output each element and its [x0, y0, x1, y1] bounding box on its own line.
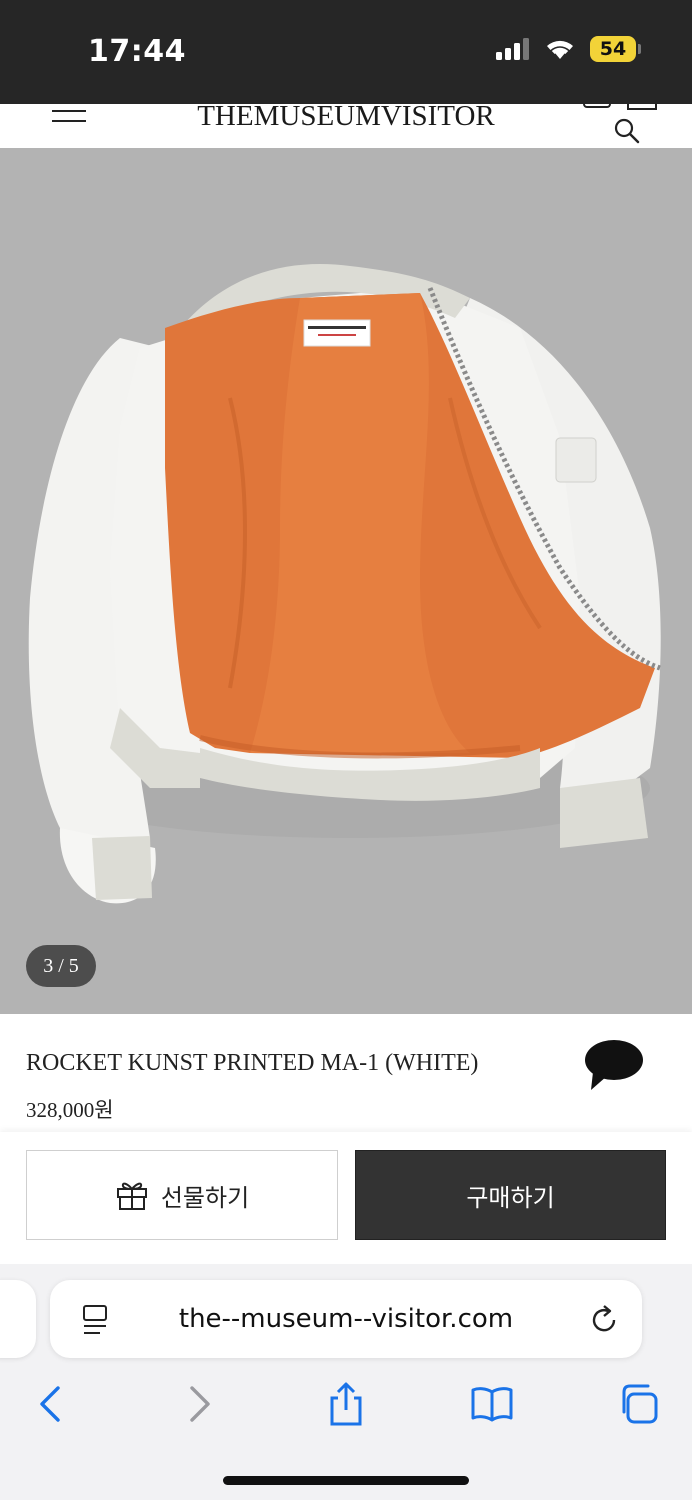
tabs-icon[interactable]	[616, 1382, 660, 1426]
product-info: ROCKET KUNST PRINTED MA-1 (WHITE) 328,00…	[0, 1014, 692, 1132]
product-image[interactable]: 3 / 5	[0, 148, 692, 1014]
buy-button[interactable]: 구매하기	[355, 1150, 666, 1240]
jacket-photo	[0, 148, 692, 1014]
reload-icon[interactable]	[590, 1304, 620, 1336]
forward-icon[interactable]	[178, 1382, 222, 1426]
buy-button-label: 구매하기	[466, 1183, 555, 1212]
wifi-icon	[547, 40, 573, 59]
browser-chrome: the--museum--visitor.com	[0, 1264, 692, 1500]
status-bar: 17:44 54	[0, 0, 692, 104]
site-header: THEMUSEUMVISITOR	[0, 104, 692, 148]
gift-icon	[116, 1182, 147, 1210]
address-bar[interactable]: the--museum--visitor.com	[50, 1280, 642, 1358]
search-icon[interactable]	[612, 116, 642, 146]
gift-button-label: 선물하기	[160, 1183, 250, 1212]
url-text[interactable]: the--museum--visitor.com	[50, 1304, 642, 1334]
previous-tab-edge[interactable]	[0, 1280, 36, 1358]
back-icon[interactable]	[28, 1382, 72, 1426]
product-price: 328,000원	[26, 1098, 114, 1122]
signal-icon	[496, 38, 529, 60]
site-logo[interactable]: THEMUSEUMVISITOR	[0, 104, 692, 133]
image-counter: 3 / 5	[26, 945, 96, 987]
user-icon[interactable]	[583, 104, 611, 108]
gift-button[interactable]: 선물하기	[26, 1150, 338, 1240]
purchase-bar: 선물하기 구매하기	[0, 1132, 692, 1264]
browser-toolbar	[0, 1374, 692, 1434]
battery-icon: 54	[590, 36, 641, 62]
product-name: ROCKET KUNST PRINTED MA-1 (WHITE)	[26, 1050, 479, 1076]
share-icon[interactable]	[324, 1382, 368, 1426]
status-time: 17:44	[88, 34, 186, 69]
cart-icon[interactable]	[627, 104, 657, 110]
bookmarks-icon[interactable]	[470, 1382, 514, 1426]
chat-icon[interactable]	[583, 1038, 645, 1092]
status-icons: 54	[496, 36, 641, 62]
home-indicator[interactable]	[223, 1476, 469, 1485]
